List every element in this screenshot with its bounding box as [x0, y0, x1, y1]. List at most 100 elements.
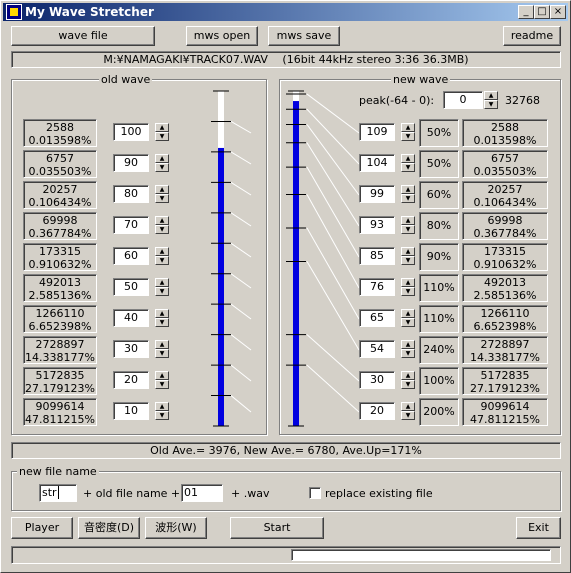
- peak-label: peak(-64 - 0):: [359, 94, 435, 107]
- new-count-box: 6757 0.035503%: [462, 150, 548, 178]
- ratio-box: 50%: [419, 150, 459, 178]
- new-level-input[interactable]: 54: [359, 340, 395, 358]
- new-count: 2728897: [480, 338, 530, 351]
- old-wave-label: old wave: [99, 73, 153, 86]
- old-level-input[interactable]: 50: [113, 278, 149, 296]
- prefix-input[interactable]: str: [39, 484, 77, 502]
- exit-button[interactable]: Exit: [516, 517, 561, 539]
- peak-input[interactable]: 0: [443, 91, 483, 109]
- old-row-link: [231, 364, 252, 382]
- maximize-icon[interactable]: □: [534, 5, 550, 19]
- new-level-stepper[interactable]: ▲ ▼: [401, 309, 415, 327]
- old-row-link: [231, 395, 252, 413]
- new-percent: 2.585136%: [473, 289, 537, 302]
- old-percent: 47.811215%: [25, 413, 95, 426]
- new-level-stepper[interactable]: ▲ ▼: [401, 247, 415, 265]
- old-count: 492013: [39, 276, 81, 289]
- new-level-input[interactable]: 76: [359, 278, 395, 296]
- old-count-box: 1266110 6.652398%: [23, 305, 97, 333]
- new-file-name-label: new file name: [17, 465, 99, 478]
- new-level-stepper[interactable]: ▲ ▼: [401, 185, 415, 203]
- prefix-value: str: [42, 486, 57, 499]
- old-level-input[interactable]: 20: [113, 371, 149, 389]
- new-level-stepper[interactable]: ▲ ▼: [401, 123, 415, 141]
- player-button[interactable]: Player: [11, 517, 73, 539]
- old-count-box: 6757 0.035503%: [23, 150, 97, 178]
- peak-stepper[interactable]: ▲ ▼: [484, 91, 498, 109]
- old-level-input[interactable]: 40: [113, 309, 149, 327]
- new-percent: 0.035503%: [473, 165, 537, 178]
- text-cursor: [57, 486, 59, 499]
- new-count-box: 492013 2.585136%: [462, 274, 548, 302]
- new-level-input[interactable]: 93: [359, 216, 395, 234]
- minimize-icon[interactable]: _: [518, 5, 534, 19]
- new-level-input[interactable]: 99: [359, 185, 395, 203]
- old-level-input[interactable]: 10: [113, 402, 149, 420]
- old-level-input[interactable]: 80: [113, 185, 149, 203]
- new-level-input[interactable]: 65: [359, 309, 395, 327]
- old-level-stepper[interactable]: ▲ ▼: [155, 216, 169, 234]
- old-row-link: [231, 181, 252, 196]
- old-level-stepper[interactable]: ▲ ▼: [155, 185, 169, 203]
- old-level-stepper[interactable]: ▲ ▼: [155, 123, 169, 141]
- mws-open-button[interactable]: mws open: [186, 26, 258, 46]
- new-level-input[interactable]: 85: [359, 247, 395, 265]
- old-percent: 27.179123%: [25, 382, 95, 395]
- old-row-link: [231, 334, 252, 351]
- old-level-stepper[interactable]: ▲ ▼: [155, 371, 169, 389]
- extension-text: + .wav: [231, 487, 270, 500]
- old-level-stepper[interactable]: ▲ ▼: [155, 309, 169, 327]
- old-count: 1266110: [35, 307, 85, 320]
- waveform-button[interactable]: 波形(W): [145, 517, 207, 539]
- mws-save-button[interactable]: mws save: [268, 26, 340, 46]
- old-level-input[interactable]: 100: [113, 123, 149, 141]
- new-count-box: 5172835 27.179123%: [462, 367, 548, 395]
- new-level-input[interactable]: 20: [359, 402, 395, 420]
- readme-button[interactable]: readme: [503, 26, 561, 46]
- old-count-box: 5172835 27.179123%: [23, 367, 97, 395]
- old-level-input[interactable]: 30: [113, 340, 149, 358]
- replace-existing-checkbox[interactable]: [309, 487, 321, 499]
- old-level-stepper[interactable]: ▲ ▼: [155, 154, 169, 172]
- new-level-input[interactable]: 109: [359, 123, 395, 141]
- old-percent: 0.013598%: [28, 134, 92, 147]
- summary-bar: Old Ave.= 3976, New Ave.= 6780, Ave.Up=1…: [11, 442, 561, 459]
- new-level-stepper[interactable]: ▲ ▼: [401, 371, 415, 389]
- old-level-stepper[interactable]: ▲ ▼: [155, 402, 169, 420]
- old-count: 2728897: [35, 338, 85, 351]
- old-level-input[interactable]: 60: [113, 247, 149, 265]
- density-button[interactable]: 音密度(D): [78, 517, 140, 539]
- new-level-stepper[interactable]: ▲ ▼: [401, 216, 415, 234]
- new-level-stepper[interactable]: ▲ ▼: [401, 340, 415, 358]
- old-row-link: [231, 303, 252, 320]
- old-level-input[interactable]: 70: [113, 216, 149, 234]
- new-percent: 27.179123%: [470, 382, 540, 395]
- new-level-stepper[interactable]: ▲ ▼: [401, 278, 415, 296]
- new-level-stepper[interactable]: ▲ ▼: [401, 154, 415, 172]
- old-level-stepper[interactable]: ▲ ▼: [155, 247, 169, 265]
- wave-file-button[interactable]: wave file: [11, 26, 155, 46]
- new-wave-label: new wave: [391, 73, 451, 86]
- new-level-input[interactable]: 104: [359, 154, 395, 172]
- ratio-box: 200%: [419, 398, 459, 426]
- new-percent: 0.367784%: [473, 227, 537, 240]
- start-button[interactable]: Start: [230, 517, 324, 539]
- old-count: 20257: [42, 183, 78, 196]
- new-level-input[interactable]: 30: [359, 371, 395, 389]
- new-count: 6757: [491, 152, 519, 165]
- old-count-box: 2588 0.013598%: [23, 119, 97, 147]
- app-icon: [6, 4, 22, 20]
- file-info-bar: M:¥NAMAGAKI¥TRACK07.WAV (16bit 44kHz ste…: [11, 51, 561, 68]
- old-level-input[interactable]: 90: [113, 154, 149, 172]
- old-percent: 6.652398%: [28, 320, 92, 333]
- old-count: 5172835: [35, 369, 85, 382]
- old-level-stepper[interactable]: ▲ ▼: [155, 278, 169, 296]
- old-percent: 14.338177%: [25, 351, 95, 364]
- old-level-stepper[interactable]: ▲ ▼: [155, 340, 169, 358]
- replace-existing-label[interactable]: replace existing file: [325, 487, 433, 500]
- new-count: 2588: [491, 121, 519, 134]
- old-row-link: [231, 242, 252, 258]
- new-level-stepper[interactable]: ▲ ▼: [401, 402, 415, 420]
- close-icon[interactable]: ×: [550, 5, 566, 19]
- suffix-input[interactable]: 01: [181, 484, 223, 502]
